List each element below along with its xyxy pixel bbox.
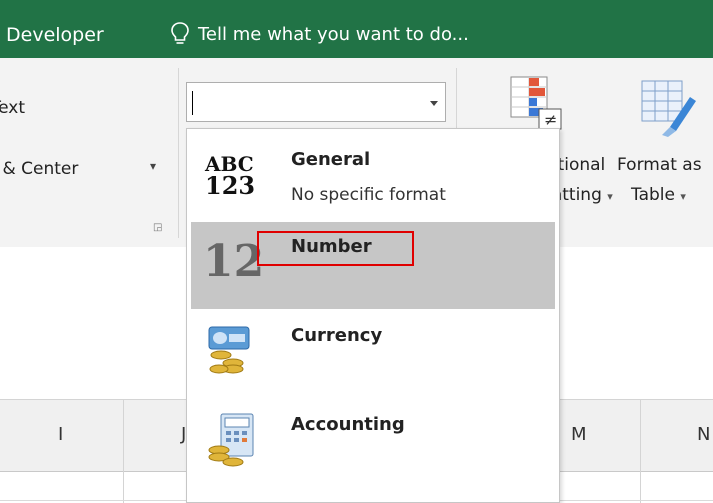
column-separator[interactable] <box>640 399 641 503</box>
menu-item-label: General <box>291 149 371 170</box>
column-separator[interactable] <box>123 399 124 503</box>
alignment-group: Wrap Text Merge & Center ▾ ◲ <box>0 58 180 247</box>
number-highlight-box <box>257 231 414 266</box>
format-as-table-line2: Table <box>631 185 675 205</box>
chevron-down-icon[interactable] <box>423 83 445 121</box>
wrap-text-button[interactable]: Wrap Text <box>0 98 25 118</box>
column-header-m[interactable]: M <box>571 424 587 445</box>
currency-icon <box>208 326 250 374</box>
number-format-menu: ABC 123 General No specific format 12 Nu… <box>186 128 560 503</box>
text-cursor <box>192 91 193 115</box>
menu-item-accounting[interactable]: Accounting <box>191 400 555 487</box>
format-as-table-label[interactable]: Format as <box>617 155 702 175</box>
title-bar: Developer Tell me what you want to do... <box>0 0 713 58</box>
chevron-down-icon: ▾ <box>607 190 613 203</box>
tab-developer[interactable]: Developer <box>6 24 104 46</box>
menu-item-general[interactable]: ABC 123 General No specific format <box>191 133 555 220</box>
column-header-n[interactable]: N <box>697 424 710 445</box>
menu-item-label: Accounting <box>291 414 405 435</box>
menu-item-currency[interactable]: Currency <box>191 311 555 398</box>
num-icon-text: 123 <box>205 171 256 200</box>
styles-group: Conditional Formatting ▾ Format as Table… <box>549 58 713 247</box>
tell-me-search[interactable]: Tell me what you want to do... <box>198 24 469 45</box>
number-format-combo[interactable] <box>186 82 446 122</box>
abc-123-icon: ABC 123 <box>205 153 256 200</box>
number-12-icon: 12 <box>203 236 265 287</box>
menu-item-label: Currency <box>291 325 383 346</box>
chevron-down-icon: ▾ <box>680 190 686 203</box>
menu-item-description: No specific format <box>291 185 446 205</box>
chevron-down-icon[interactable]: ▾ <box>150 159 156 173</box>
dialog-launcher-icon[interactable]: ◲ <box>153 222 162 233</box>
column-header-i[interactable]: I <box>58 424 63 445</box>
lightbulb-icon <box>171 22 189 44</box>
accounting-icon <box>208 413 254 467</box>
merge-center-button[interactable]: Merge & Center <box>0 159 78 179</box>
format-as-table-label2[interactable]: Table ▾ <box>631 185 686 205</box>
